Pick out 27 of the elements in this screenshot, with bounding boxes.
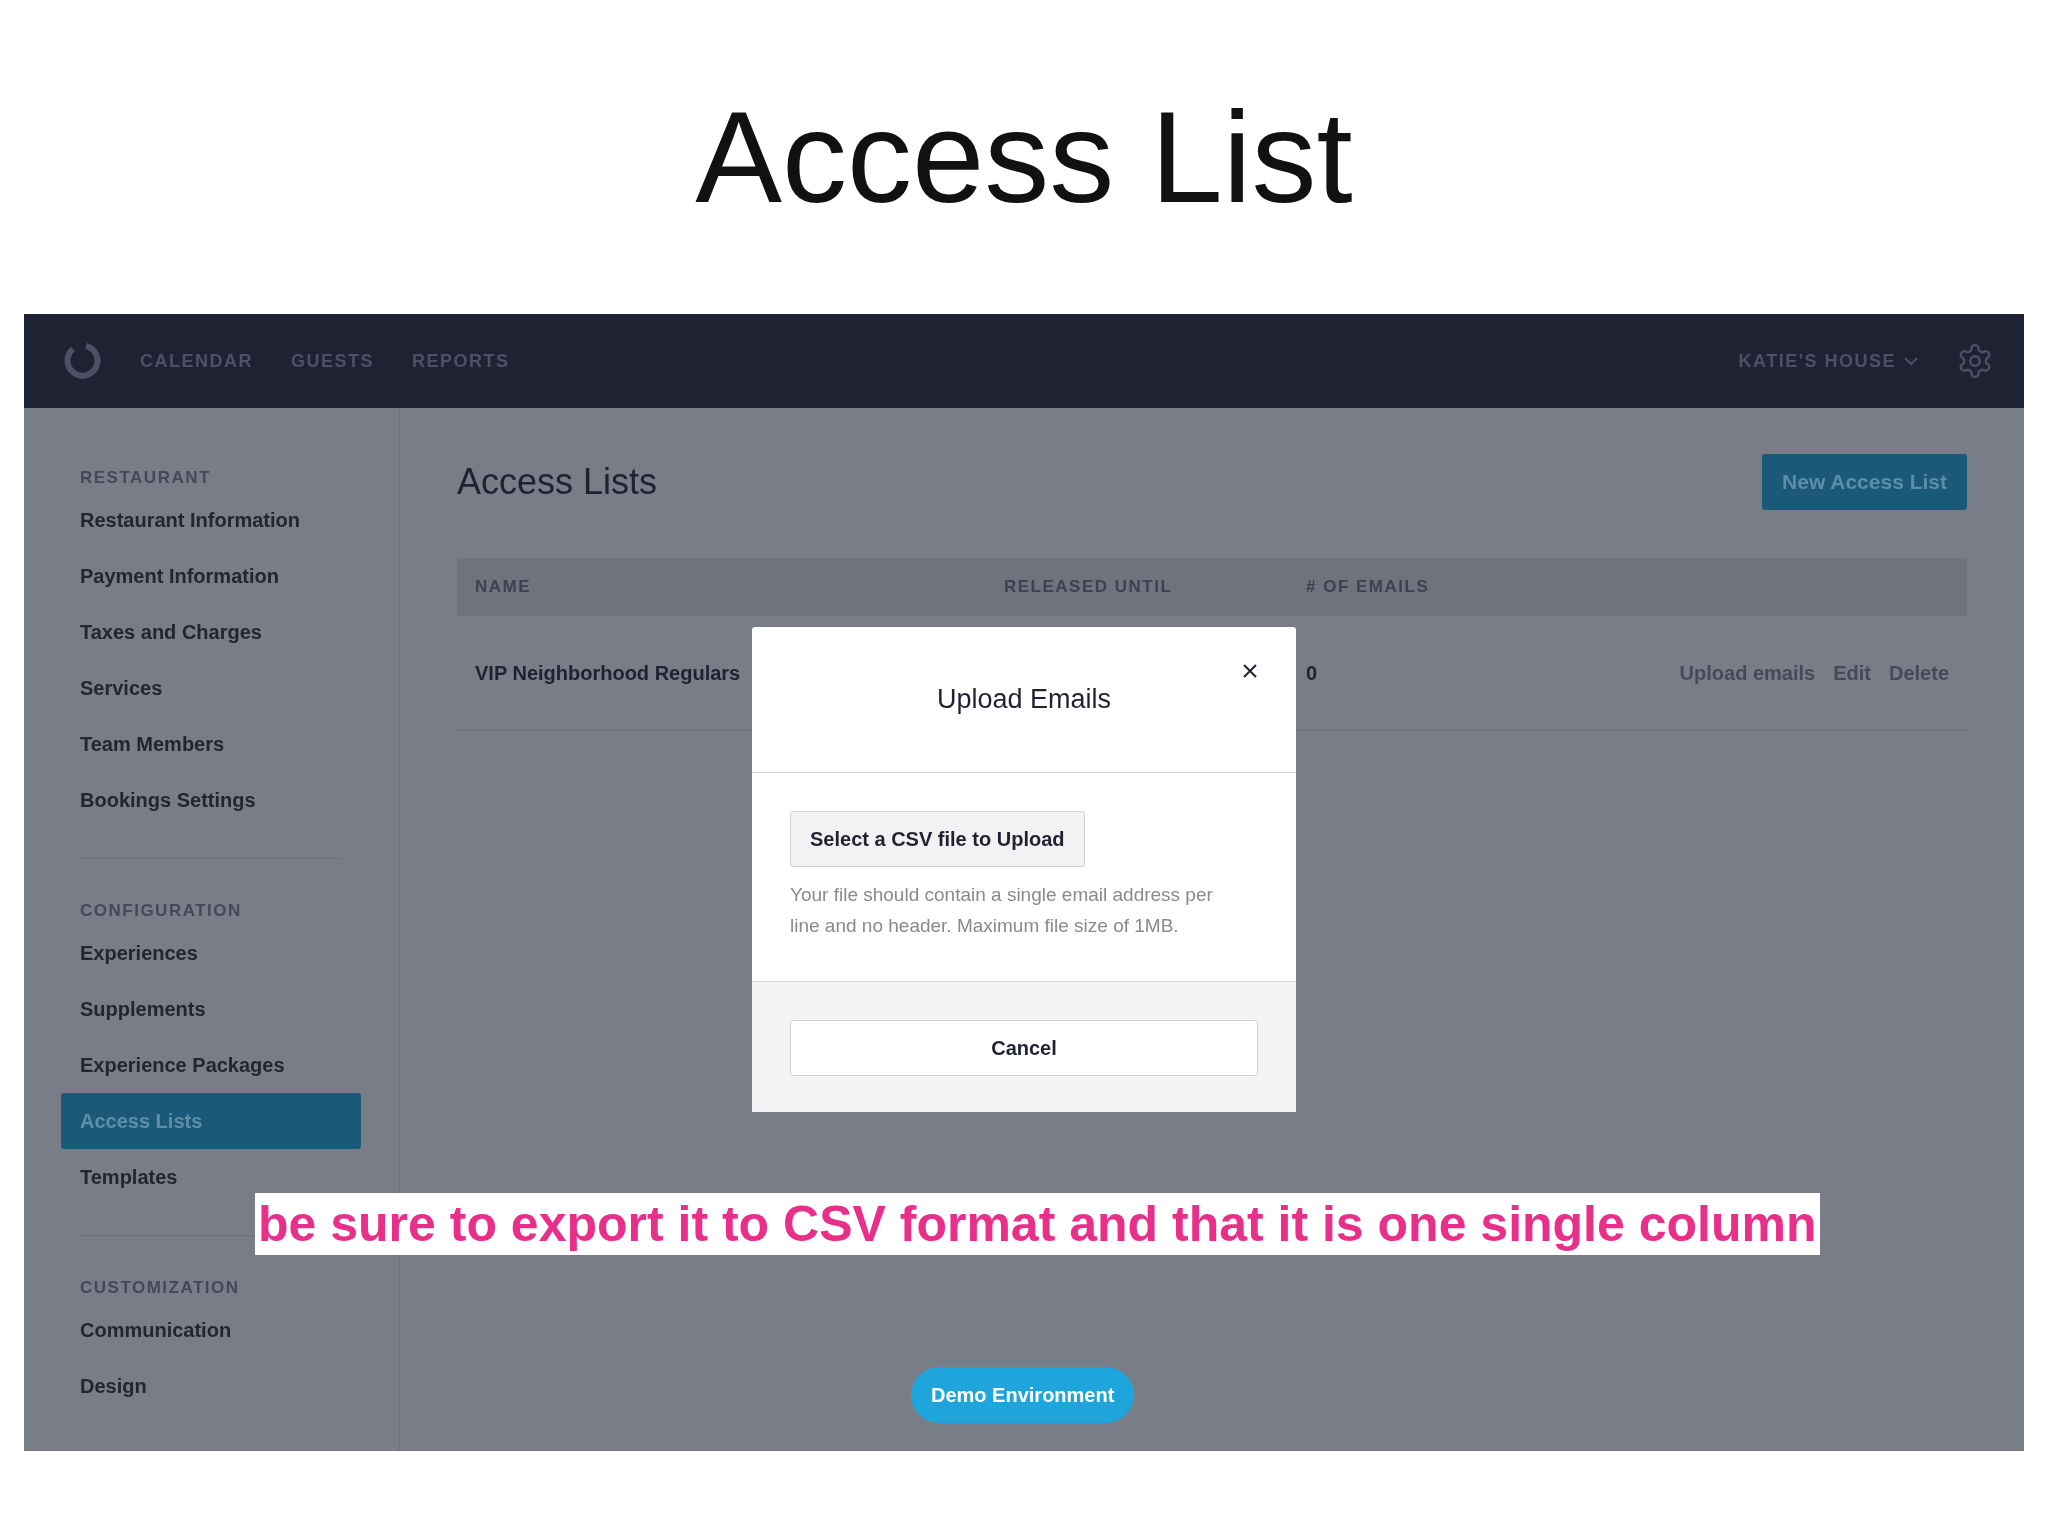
sidebar-item[interactable]: Supplements [61,981,225,1037]
page-title: Access Lists [457,461,658,503]
logo-icon [62,341,102,381]
slide-title: Access List [695,83,1353,232]
chevron-down-icon [1904,356,1918,366]
sidebar-item[interactable]: Services [61,660,182,716]
sidebar-item[interactable]: Access Lists [61,1093,361,1149]
select-file-button[interactable]: Select a CSV file to Upload [790,811,1085,867]
help-text: Your file should contain a single email address per line and no header. Maximum file size of 1MB. [790,883,1214,938]
close-icon [1242,663,1258,679]
sidebar-item[interactable]: Taxes and Charges [61,604,281,660]
sidebar-item[interactable]: Experiences [61,925,217,981]
table-cell-text: VIP Neighborhood Regulars [475,661,742,685]
table-cell-text: 0 [1306,661,1319,685]
sidebar-item[interactable]: Restaurant Information [61,492,320,548]
sidebar-item[interactable]: Design [61,1358,166,1414]
cancel-button[interactable]: Cancel [790,1020,1258,1076]
demo-environment-badge: Demo Environment [911,1367,1135,1423]
dialog-title: Upload Emails [936,684,1112,715]
sidebar-item[interactable]: Experience Packages [61,1037,304,1093]
sidebar-item[interactable]: Team Members [61,716,244,772]
caption-text: be sure to export it to CSV format and that it is one single column [255,1193,1820,1255]
sidebar-item[interactable]: Bookings Settings [61,772,275,828]
new-access-list-button[interactable]: New Access List [1762,454,1967,510]
sidebar-item[interactable]: Templates [61,1149,197,1205]
sidebar-item[interactable]: Payment Information [61,548,298,604]
sidebar-item[interactable]: Communication [61,1302,251,1358]
